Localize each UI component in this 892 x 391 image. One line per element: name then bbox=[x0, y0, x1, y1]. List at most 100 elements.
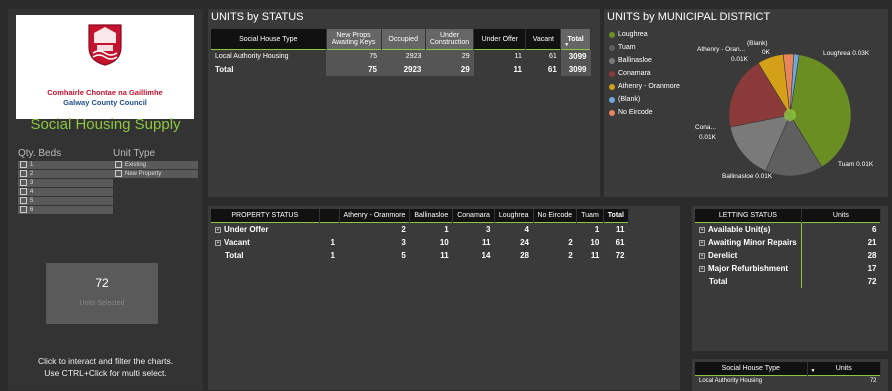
option-label: New Property bbox=[125, 171, 162, 178]
column-header[interactable]: Units bbox=[801, 209, 882, 223]
checkbox[interactable] bbox=[20, 179, 27, 186]
qty-beds-option[interactable]: 5 bbox=[18, 197, 113, 205]
row-header[interactable]: + Under Offer bbox=[211, 223, 319, 237]
cell bbox=[319, 223, 339, 237]
pie-label-blank: (Blank) bbox=[747, 40, 768, 47]
checkbox[interactable] bbox=[20, 161, 27, 168]
column-header[interactable]: Social House Type bbox=[695, 362, 808, 376]
cell: 2923 bbox=[381, 63, 426, 76]
checkbox[interactable] bbox=[20, 170, 27, 177]
left-sidebar: Comhairle Chontae na Gaillimhe Galway Co… bbox=[8, 9, 203, 390]
column-header[interactable]: No Eircode bbox=[533, 209, 578, 223]
cell: 28 bbox=[520, 251, 529, 260]
row-header[interactable]: + Awaiting Minor Repairs bbox=[695, 236, 802, 249]
expand-icon[interactable]: + bbox=[699, 239, 705, 246]
column-header[interactable]: Vacant bbox=[525, 29, 562, 50]
column-header[interactable]: Under Offer bbox=[473, 29, 527, 50]
table-total-row: Total 72 bbox=[695, 275, 881, 288]
unit-type-slicer: Unit Type Existing New Property bbox=[113, 148, 198, 179]
checkbox[interactable] bbox=[20, 206, 27, 213]
cell: 10 bbox=[439, 238, 449, 247]
org-name-english: Galway County Council bbox=[63, 98, 147, 107]
unit-type-option[interactable]: New Property bbox=[113, 170, 198, 178]
table-row[interactable]: + Vacant 1 3 10 11 24 2 10 61 bbox=[211, 236, 628, 249]
qty-beds-option[interactable]: 1 bbox=[18, 161, 113, 169]
column-header[interactable] bbox=[319, 209, 340, 223]
column-header[interactable]: Under Construction bbox=[425, 29, 475, 50]
district-pie-chart[interactable]: Athenry - Oran... 0.01K (Blank) 0K Lough… bbox=[604, 9, 888, 197]
table-row[interactable]: + Awaiting Minor Repairs 21 bbox=[695, 236, 881, 249]
table-total-row: Total 75 2923 29 11 61 3099 bbox=[211, 63, 591, 76]
checkbox[interactable] bbox=[115, 161, 122, 168]
row-header[interactable]: + Derelict bbox=[695, 249, 802, 262]
pie-label-ballinasloe: Ballinasloe 0.01K bbox=[722, 173, 773, 180]
cell: 72 bbox=[869, 378, 877, 384]
cell: 2 bbox=[568, 251, 573, 260]
units-selected-label: Units Selected bbox=[79, 300, 125, 307]
row-header[interactable]: + Major Refurbishment bbox=[695, 262, 802, 275]
column-header[interactable]: Loughrea bbox=[494, 209, 534, 223]
column-header[interactable]: Social House Type bbox=[211, 29, 327, 50]
cell: 61 bbox=[548, 53, 557, 60]
row-header[interactable]: + Available Unit(s) bbox=[695, 222, 802, 236]
option-label: 1 bbox=[30, 162, 34, 169]
expand-icon[interactable]: + bbox=[699, 265, 705, 272]
cell: Total bbox=[225, 251, 244, 260]
qty-beds-option[interactable]: 3 bbox=[18, 179, 113, 187]
cell: 28 bbox=[867, 251, 877, 260]
column-header[interactable]: LETTING STATUS bbox=[695, 209, 802, 223]
table-header-row: PROPERTY STATUS Athenry - Oranmore Balli… bbox=[211, 209, 629, 223]
column-header[interactable]: PROPERTY STATUS bbox=[211, 209, 320, 223]
cell: 5 bbox=[401, 251, 406, 260]
table-row[interactable]: Local Authority Housing 72 bbox=[695, 375, 881, 387]
column-header[interactable]: Conamara bbox=[452, 209, 495, 223]
column-header[interactable]: Athenry - Oranmore bbox=[339, 209, 411, 223]
table-header-row: LETTING STATUS Units bbox=[695, 209, 882, 223]
column-header[interactable]: Tuam bbox=[576, 209, 604, 223]
cell: 10 bbox=[590, 238, 600, 247]
cell: 3099 bbox=[560, 49, 591, 63]
column-header[interactable]: New Props Awaiting Keys bbox=[326, 29, 382, 50]
pie-label-conamara: Cona... bbox=[695, 124, 716, 131]
column-header[interactable]: Total bbox=[603, 209, 629, 223]
table-row[interactable]: + Available Unit(s) 6 bbox=[695, 222, 881, 236]
expand-icon[interactable]: + bbox=[215, 239, 221, 246]
table-row[interactable]: + Major Refurbishment 17 bbox=[695, 262, 881, 275]
cell: 1 bbox=[330, 251, 335, 260]
pie-label-tuam: Tuam 0.01K bbox=[838, 161, 874, 168]
pie-label-athenry-value: 0.01K bbox=[731, 56, 749, 63]
table-header-row: Social House Type New Props Awaiting Key… bbox=[211, 29, 591, 50]
cell: 11 bbox=[481, 238, 491, 247]
checkbox[interactable] bbox=[20, 188, 27, 195]
cell: 75 bbox=[326, 63, 381, 76]
checkbox[interactable] bbox=[115, 170, 122, 177]
cell: 3 bbox=[401, 238, 406, 247]
table-row[interactable]: + Derelict 28 bbox=[695, 249, 881, 262]
table-total-row: Total 1 5 11 14 28 2 11 72 bbox=[211, 249, 628, 262]
logo-box: Comhairle Chontae na Gaillimhe Galway Co… bbox=[16, 15, 194, 119]
cell: 2 bbox=[568, 238, 573, 247]
table-row[interactable]: Local Authority Housing 75 2923 29 11 61… bbox=[211, 49, 591, 63]
page-title: Social Housing Supply bbox=[30, 116, 181, 133]
checkbox[interactable] bbox=[20, 197, 27, 204]
cell: 11 bbox=[616, 225, 625, 234]
cell bbox=[533, 223, 577, 237]
table-row[interactable]: + Under Offer 2 1 3 4 1 11 bbox=[211, 222, 629, 237]
unit-type-option[interactable]: Existing bbox=[113, 161, 198, 169]
social-house-type-panel: Social House Type Units ▼ Local Authorit… bbox=[692, 359, 888, 391]
qty-beds-option[interactable]: 2 bbox=[18, 170, 113, 178]
row-header[interactable]: + Vacant bbox=[211, 236, 319, 249]
qty-beds-option[interactable]: 6 bbox=[18, 206, 113, 214]
letting-status-table: LETTING STATUS Units + Available Unit(s) … bbox=[695, 209, 882, 288]
units-by-status-title: UNITS by STATUS bbox=[211, 11, 304, 23]
column-header-units[interactable]: Units ▼ bbox=[807, 362, 881, 376]
column-header[interactable]: Ballinasloe bbox=[409, 209, 454, 223]
column-header[interactable]: Occupied bbox=[381, 29, 426, 50]
expand-icon[interactable]: + bbox=[215, 226, 221, 233]
expand-icon[interactable]: + bbox=[699, 252, 705, 259]
expand-icon[interactable]: + bbox=[699, 226, 705, 233]
option-label: 3 bbox=[30, 180, 34, 187]
option-label: Existing bbox=[125, 162, 147, 169]
column-header-total[interactable]: Total ▼ bbox=[560, 29, 591, 50]
qty-beds-option[interactable]: 4 bbox=[18, 188, 113, 196]
